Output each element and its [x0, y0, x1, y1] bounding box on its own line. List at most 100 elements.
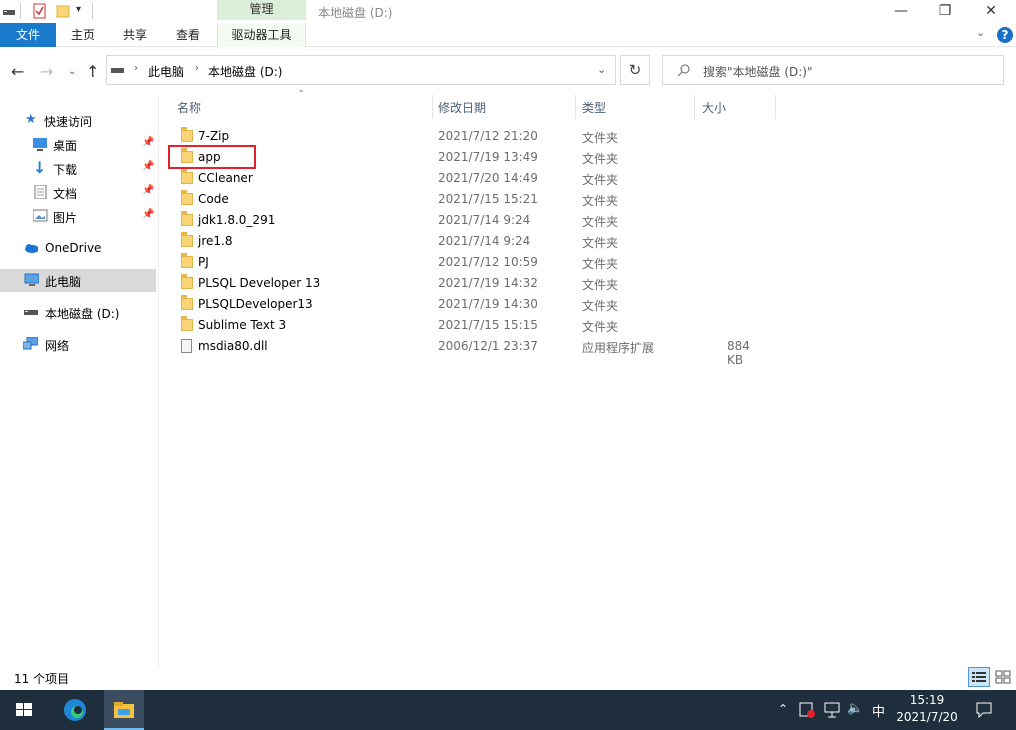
security-alert-icon[interactable]	[798, 701, 816, 719]
nav-label: 图片	[53, 211, 78, 225]
network-status-icon[interactable]	[823, 701, 841, 719]
nav-label: 快速访问	[44, 115, 93, 129]
refresh-button[interactable]: ↻	[620, 55, 650, 85]
search-box[interactable]: 搜索"本地磁盘 (D:)"	[662, 55, 1004, 85]
tab-home[interactable]: 主页	[58, 23, 108, 47]
breadcrumb-chevron-icon[interactable]: ›	[134, 63, 138, 74]
network-icon	[23, 337, 38, 350]
pictures-icon	[33, 209, 48, 222]
list-item[interactable]: PJ 2021/7/12 10:59 文件夹	[169, 252, 769, 273]
pin-icon[interactable]: 📌	[142, 185, 154, 196]
file-date: 2021/7/14 9:24	[438, 213, 531, 227]
column-header-date[interactable]: 修改日期	[438, 99, 486, 116]
folder-icon	[181, 169, 193, 184]
star-icon: ★	[25, 112, 37, 127]
windows-start-icon[interactable]	[14, 690, 34, 730]
pin-icon[interactable]: 📌	[142, 161, 154, 172]
breadcrumb-this-pc[interactable]: 此电脑	[148, 63, 184, 80]
clock-date: 2021/7/20	[896, 710, 958, 724]
address-bar[interactable]: › 此电脑 › 本地磁盘 (D:) ⌄	[106, 55, 616, 85]
help-button[interactable]: ?	[997, 27, 1013, 43]
close-button[interactable]: ✕	[968, 0, 1014, 23]
nav-this-pc[interactable]: 此电脑	[0, 269, 156, 292]
column-header-name[interactable]: 名称	[177, 99, 201, 116]
notifications-icon[interactable]	[975, 701, 993, 719]
new-folder-icon[interactable]	[56, 3, 70, 19]
expand-ribbon-icon[interactable]: ⌄	[976, 26, 985, 39]
list-item[interactable]: PLSQL Developer 13 2021/7/19 14:32 文件夹	[169, 273, 769, 294]
title-bar: ▾ 管理 本地磁盘 (D:) — ❐ ✕	[0, 0, 1016, 23]
sort-ascending-icon: ⌃	[297, 89, 306, 100]
nav-desktop[interactable]: 桌面 📌	[0, 133, 156, 156]
tab-file[interactable]: 文件	[0, 23, 56, 47]
address-dropdown-icon[interactable]: ⌄	[597, 63, 606, 76]
nav-documents[interactable]: 文档 📌	[0, 181, 156, 204]
nav-label: 桌面	[53, 139, 78, 153]
volume-icon[interactable]: 🔈	[847, 701, 863, 716]
breadcrumb-chevron-icon[interactable]: ›	[195, 63, 199, 74]
nav-network[interactable]: 网络	[0, 333, 156, 356]
tab-drive-tools[interactable]: 驱动器工具	[217, 23, 306, 47]
large-icons-view-icon[interactable]	[992, 667, 1014, 687]
back-arrow-icon[interactable]: ←	[11, 62, 24, 81]
drive-icon[interactable]	[2, 3, 16, 19]
forward-arrow-icon[interactable]: →	[40, 62, 53, 81]
file-name: CCleaner	[198, 171, 253, 185]
list-item[interactable]: jdk1.8.0_291 2021/7/14 9:24 文件夹	[169, 210, 769, 231]
up-arrow-icon[interactable]: ↑	[86, 62, 99, 81]
file-list: ⌃ 名称 修改日期 类型 大小 7-Zip 2021/7/12 21:20 文件夹 …	[159, 89, 1016, 667]
minimize-button[interactable]: —	[878, 0, 924, 23]
document-icon	[34, 185, 47, 199]
list-item[interactable]: app 2021/7/19 13:49 文件夹	[169, 147, 769, 168]
pin-icon[interactable]: 📌	[142, 137, 154, 148]
file-date: 2021/7/15 15:15	[438, 318, 538, 332]
file-date: 2021/7/15 15:21	[438, 192, 538, 206]
ime-indicator[interactable]: 中	[872, 701, 885, 720]
customize-quick-access-icon[interactable]: ▾	[76, 4, 81, 20]
tab-view[interactable]: 查看	[163, 23, 213, 47]
list-item[interactable]: CCleaner 2021/7/20 14:49 文件夹	[169, 168, 769, 189]
column-separator[interactable]	[694, 95, 695, 119]
list-item[interactable]: msdia80.dll 2006/12/1 23:37 应用程序扩展 884 KB	[169, 336, 769, 367]
dll-file-icon	[181, 339, 192, 353]
breadcrumb-local-disk[interactable]: 本地磁盘 (D:)	[208, 63, 282, 80]
file-name: jdk1.8.0_291	[198, 213, 276, 227]
file-date: 2021/7/12 10:59	[438, 255, 538, 269]
maximize-button[interactable]: ❐	[922, 0, 968, 23]
highlight-box	[168, 145, 256, 169]
column-separator[interactable]	[575, 95, 576, 119]
recent-locations-icon[interactable]: ⌄	[68, 66, 76, 77]
tab-share[interactable]: 共享	[110, 23, 160, 47]
show-hidden-icons-icon[interactable]: ⌃	[778, 702, 788, 716]
column-header-type[interactable]: 类型	[582, 99, 606, 116]
nav-quick-access[interactable]: ★ 快速访问	[0, 109, 156, 132]
file-type: 文件夹	[582, 173, 619, 187]
list-item[interactable]: 7-Zip 2021/7/12 21:20 文件夹	[169, 126, 769, 147]
list-item[interactable]: PLSQLDeveloper13 2021/7/19 14:30 文件夹	[169, 294, 769, 315]
file-date: 2021/7/19 14:30	[438, 297, 538, 311]
nav-pictures[interactable]: 图片 📌	[0, 205, 156, 228]
folder-icon	[181, 316, 193, 331]
list-item[interactable]: jre1.8 2021/7/14 9:24 文件夹	[169, 231, 769, 252]
list-item[interactable]: Code 2021/7/15 15:21 文件夹	[169, 189, 769, 210]
column-separator[interactable]	[432, 95, 433, 119]
file-size: 884 KB	[727, 339, 750, 367]
nav-onedrive[interactable]: OneDrive	[0, 237, 156, 260]
nav-downloads[interactable]: ↓ 下载 📌	[0, 157, 156, 180]
nav-label: 下载	[53, 163, 78, 177]
list-item[interactable]: Sublime Text 3 2021/7/15 15:15 文件夹	[169, 315, 769, 336]
item-count: 11 个项目	[14, 672, 70, 686]
nav-local-disk[interactable]: 本地磁盘 (D:)	[0, 301, 156, 324]
manage-context-tab[interactable]: 管理	[217, 0, 306, 20]
clock[interactable]: 15:19 2021/7/20	[892, 692, 962, 726]
column-header-size[interactable]: 大小	[702, 99, 726, 116]
pin-icon[interactable]: 📌	[142, 209, 154, 220]
nav-label: 此电脑	[45, 275, 82, 289]
edge-browser-icon[interactable]	[61, 690, 89, 730]
folder-icon	[181, 274, 193, 289]
column-separator[interactable]	[775, 95, 776, 119]
details-view-icon[interactable]	[968, 667, 990, 687]
file-explorer-taskbar-button[interactable]	[104, 690, 144, 730]
properties-icon[interactable]	[33, 3, 47, 19]
drive-icon	[111, 68, 124, 73]
